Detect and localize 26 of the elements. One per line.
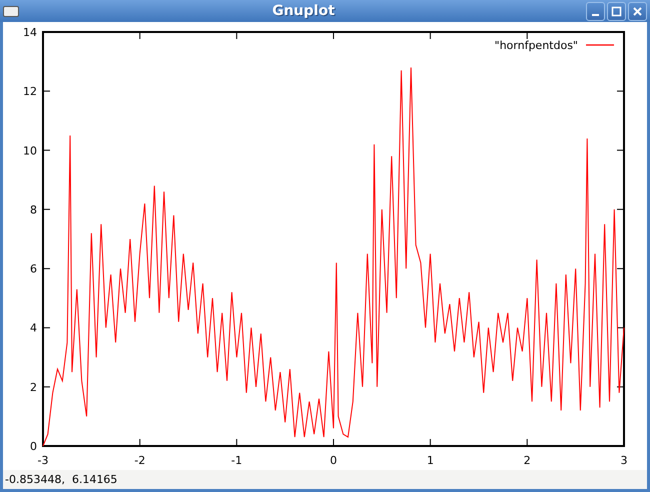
x-tick-label: -1 (231, 454, 242, 467)
y-tick-label: 4 (30, 322, 37, 335)
x-tick-label: -3 (38, 454, 48, 467)
close-button[interactable] (628, 2, 647, 20)
y-tick-label: 8 (30, 203, 37, 216)
y-tick-label: 2 (30, 380, 37, 394)
y-tick-label: 6 (30, 262, 37, 276)
x-tick-label: 1 (426, 454, 434, 467)
x-tick-label: -2 (134, 454, 146, 467)
x-tick-label: 2 (524, 454, 531, 467)
x-tick-label: 0 (330, 454, 337, 467)
y-tick-label: 10 (23, 144, 37, 158)
window-menu-icon[interactable] (3, 6, 19, 16)
minimize-icon (592, 14, 599, 16)
legend-line (586, 44, 614, 46)
window-title: Gnuplot (271, 3, 336, 19)
maximize-button[interactable] (607, 2, 626, 20)
minimize-button[interactable] (586, 2, 605, 20)
close-icon (632, 6, 643, 16)
legend-label: "hornfpentdos" (494, 39, 578, 52)
maximize-icon (611, 6, 622, 16)
y-tick-label: 0 (30, 440, 37, 453)
y-tick-label: 12 (23, 85, 37, 98)
y-tick-label: 14 (23, 26, 37, 39)
cursor-coordinates: -0.853448, 6.14165 (5, 473, 118, 486)
x-tick-label: 3 (620, 454, 628, 467)
